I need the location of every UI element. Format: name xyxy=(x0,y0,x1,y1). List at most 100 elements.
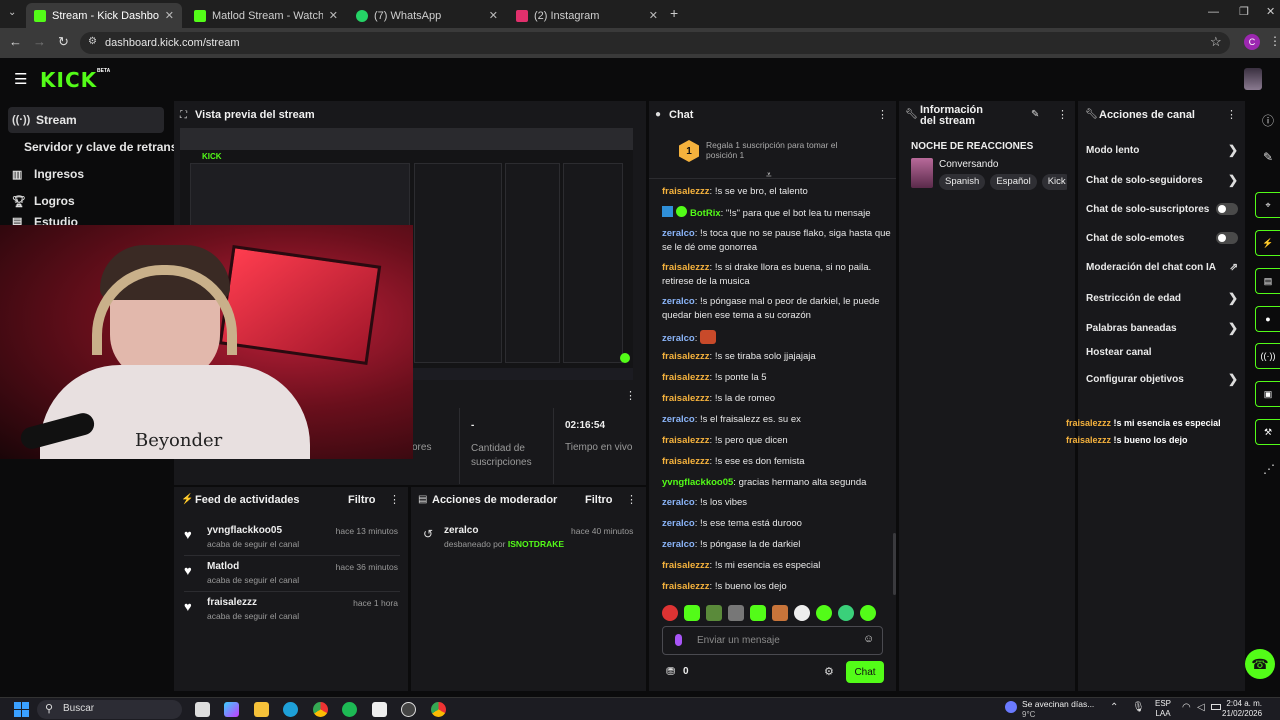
chat-username[interactable]: fraisalezzz xyxy=(662,456,710,467)
taskbar-search[interactable]: ⚲ Buscar xyxy=(37,700,182,719)
close-icon[interactable]: ✕ xyxy=(329,9,338,22)
emote-icon[interactable] xyxy=(794,605,810,621)
tab-kick-dashboard[interactable]: Stream - Kick Dashboard ✕ xyxy=(26,3,182,28)
forward-icon[interactable]: → xyxy=(33,34,46,49)
back-icon[interactable]: ← xyxy=(9,34,22,49)
feed-username[interactable]: Matlod xyxy=(207,561,239,572)
close-window-icon[interactable]: ✕ xyxy=(1266,5,1275,18)
preview-stats-menu-icon[interactable]: ⋮ xyxy=(625,389,636,402)
quick-action-broadcast-button[interactable]: ((·)) xyxy=(1255,343,1280,369)
mod-target-username[interactable]: zeralco xyxy=(444,525,478,536)
chat-settings-icon[interactable]: ⚙ xyxy=(824,665,834,678)
obs-icon[interactable] xyxy=(401,702,416,717)
channel-actions-menu-icon[interactable]: ⋮ xyxy=(1226,108,1237,121)
hamburger-menu-icon[interactable]: ☰ xyxy=(14,70,27,88)
tray-chevron-icon[interactable]: ⌃ xyxy=(1110,702,1118,713)
tab-whatsapp[interactable]: (7) WhatsApp ✕ xyxy=(348,3,506,28)
list-item[interactable]: ♥ Matlod acaba de seguir el canal hace 3… xyxy=(184,561,400,595)
emote-icon[interactable] xyxy=(816,605,832,621)
mod-by-username[interactable]: ISNOTDRAKE xyxy=(508,539,564,549)
chat-input[interactable]: Enviar un mensaje ☺ xyxy=(662,626,883,655)
windows-start-icon[interactable] xyxy=(14,702,29,717)
battery-icon[interactable] xyxy=(1211,704,1221,710)
new-tab-button[interactable]: + xyxy=(670,5,678,21)
feed-menu-icon[interactable]: ⋮ xyxy=(389,493,400,506)
info-icon[interactable]: ⓘ xyxy=(1262,112,1274,129)
feed-filter-button[interactable]: Filtro xyxy=(348,494,376,506)
tab-search-chevron-icon[interactable]: ⌄ xyxy=(8,7,16,18)
send-chat-button[interactable]: Chat xyxy=(846,661,884,683)
kick-logo[interactable]: KICK xyxy=(40,68,97,92)
file-explorer-icon[interactable] xyxy=(254,702,269,717)
action-ai-moderation[interactable]: Moderación del chat con IA ⇗ xyxy=(1086,262,1238,273)
emote-icon[interactable] xyxy=(750,605,766,621)
emote-icon[interactable] xyxy=(662,605,678,621)
chat-username[interactable]: fraisalezzz xyxy=(662,372,710,383)
chat-username[interactable]: yvngflackkoo05 xyxy=(662,477,733,488)
close-icon[interactable]: ✕ xyxy=(649,9,658,22)
chat-username[interactable]: zeralco xyxy=(662,414,695,425)
chat-username[interactable]: fraisalezzz xyxy=(662,351,710,362)
chat-username[interactable]: fraisalezzz xyxy=(662,393,710,404)
action-host-channel[interactable]: Hostear canal xyxy=(1086,347,1238,358)
quick-action-target-button[interactable]: ⌖ xyxy=(1255,192,1280,218)
action-configure-goals[interactable]: Configurar objetivos ❯ xyxy=(1086,372,1238,386)
tray-mic-icon[interactable]: 🎙︎ xyxy=(1132,702,1145,713)
close-icon[interactable]: ✕ xyxy=(489,9,498,22)
tab-matlod-stream[interactable]: Matlod Stream - Watch Live on ✕ xyxy=(186,3,346,28)
bookmark-star-icon[interactable]: ☆ xyxy=(1210,34,1222,50)
chat-menu-icon[interactable]: ⋮ xyxy=(877,108,888,121)
action-followers-only[interactable]: Chat de solo-seguidores ❯ xyxy=(1086,173,1238,187)
clock[interactable]: 2:04 a. m. 21/02/2026 xyxy=(1222,699,1262,719)
task-view-icon[interactable] xyxy=(195,702,210,717)
emote-icon[interactable] xyxy=(728,605,744,621)
language-indicator[interactable]: ESP LAA xyxy=(1155,699,1171,719)
emotes-only-toggle[interactable] xyxy=(1216,232,1238,244)
edit-icon[interactable]: ✎ xyxy=(1263,150,1273,164)
user-avatar[interactable] xyxy=(1244,68,1262,90)
emote-icon[interactable] xyxy=(860,605,876,621)
mod-menu-icon[interactable]: ⋮ xyxy=(626,493,637,506)
site-info-icon[interactable]: ⚙ xyxy=(88,36,97,47)
spotify-icon[interactable] xyxy=(342,702,357,717)
list-item[interactable]: ♥ fraisalezzz acaba de seguir el canal h… xyxy=(184,597,400,631)
reload-icon[interactable]: ↻ xyxy=(58,34,69,50)
chat-username[interactable]: zeralco xyxy=(662,333,695,344)
action-banned-words[interactable]: Palabras baneadas ❯ xyxy=(1086,321,1238,335)
quick-action-bolt-button[interactable]: ⚡ xyxy=(1255,230,1280,256)
microphone-icon[interactable] xyxy=(675,634,682,646)
maximize-icon[interactable]: ❐ xyxy=(1239,5,1249,18)
wifi-icon[interactable]: ◠ xyxy=(1182,702,1191,713)
chat-username[interactable]: zeralco xyxy=(662,497,695,508)
emoji-icon[interactable]: ☺ xyxy=(863,633,874,645)
quick-action-wrench-button[interactable]: ⚒ xyxy=(1255,419,1280,445)
collapse-pinned-icon[interactable]: ⩡ xyxy=(766,170,772,181)
sidebar-item-achievements[interactable]: 🏆︎ Logros xyxy=(8,188,164,214)
support-bubble-icon[interactable]: ☎ xyxy=(1245,649,1275,679)
list-item[interactable]: ♥ yvngflackkoo05 acaba de seguir el cana… xyxy=(184,525,400,559)
quick-action-doc-button[interactable]: ▤ xyxy=(1255,268,1280,294)
tag-chip[interactable]: Kick xyxy=(1041,174,1067,190)
mod-filter-button[interactable]: Filtro xyxy=(585,494,613,506)
chat-username[interactable]: BotRix xyxy=(690,208,721,219)
chat-username[interactable]: zeralco xyxy=(662,296,695,307)
emote-icon[interactable] xyxy=(684,605,700,621)
quick-action-chat-button[interactable]: ● xyxy=(1255,306,1280,332)
quick-action-video-button[interactable]: ▣ xyxy=(1255,381,1280,407)
sidebar-item-server-key[interactable]: Servidor y clave de retransm xyxy=(20,134,174,160)
category-name[interactable]: Conversando xyxy=(939,159,998,170)
chat-username[interactable]: zeralco xyxy=(662,228,695,239)
info-menu-icon[interactable]: ⋮ xyxy=(1057,108,1068,121)
sidebar-item-stream[interactable]: ((·)) Stream xyxy=(8,107,164,133)
emote-icon[interactable] xyxy=(838,605,854,621)
minimize-icon[interactable]: — xyxy=(1208,6,1219,18)
gift-sub-banner[interactable]: 1 Regala 1 suscripción para tomar el pos… xyxy=(679,138,869,166)
share-icon[interactable]: ⋰ xyxy=(1263,462,1275,476)
url-field[interactable]: ⚙ dashboard.kick.com/stream ☆ xyxy=(80,32,1230,54)
close-icon[interactable]: ✕ xyxy=(165,9,174,22)
action-slow-mode[interactable]: Modo lento ❯ xyxy=(1086,143,1238,157)
chat-username[interactable]: fraisalezzz xyxy=(662,560,710,571)
chat-username[interactable]: fraisalezzz xyxy=(662,581,710,592)
emote-icon[interactable] xyxy=(772,605,788,621)
edge-icon[interactable] xyxy=(283,702,298,717)
